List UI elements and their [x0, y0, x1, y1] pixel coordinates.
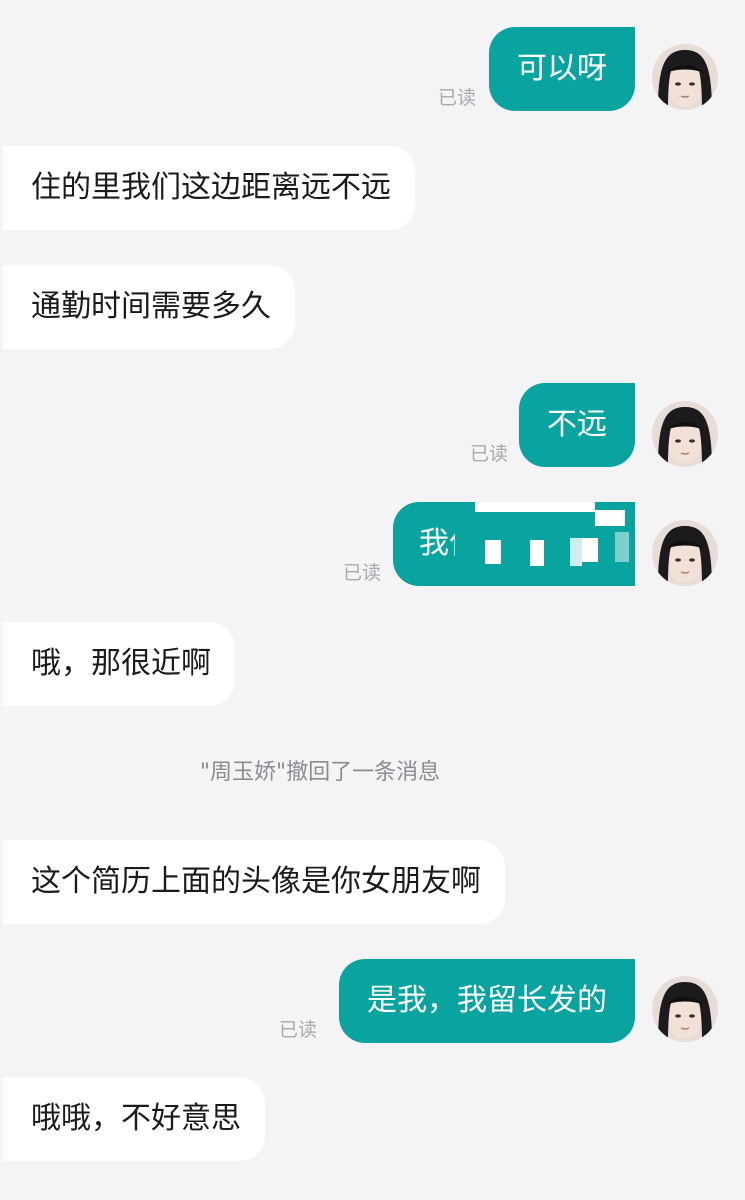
incoming-message-bubble[interactable]: 哦，那很近啊: [3, 622, 235, 706]
outgoing-message-bubble[interactable]: 是我，我留长发的: [339, 959, 635, 1043]
incoming-message-bubble[interactable]: 这个简历上面的头像是你女朋友啊: [3, 840, 505, 924]
read-receipt: 已读: [470, 443, 509, 465]
read-receipt: 已读: [279, 1019, 318, 1041]
user-avatar-icon[interactable]: [652, 401, 718, 467]
outgoing-message-bubble[interactable]: 可以呀: [489, 27, 635, 111]
user-avatar-icon[interactable]: [652, 520, 718, 586]
recall-notice: "周玉娇"撤回了一条消息: [199, 760, 441, 785]
user-avatar-icon[interactable]: [652, 44, 718, 110]
read-receipt: 已读: [343, 562, 382, 584]
read-receipt: 已读: [438, 87, 477, 109]
outgoing-message-bubble[interactable]: 不远: [519, 383, 635, 467]
incoming-message-bubble[interactable]: 通勤时间需要多久: [3, 265, 295, 349]
incoming-message-bubble[interactable]: 住的里我们这边距离远不远: [3, 146, 415, 230]
user-avatar-icon[interactable]: [652, 976, 718, 1042]
redaction-mosaic: [455, 502, 635, 586]
incoming-message-bubble[interactable]: 哦哦，不好意思: [3, 1077, 265, 1161]
